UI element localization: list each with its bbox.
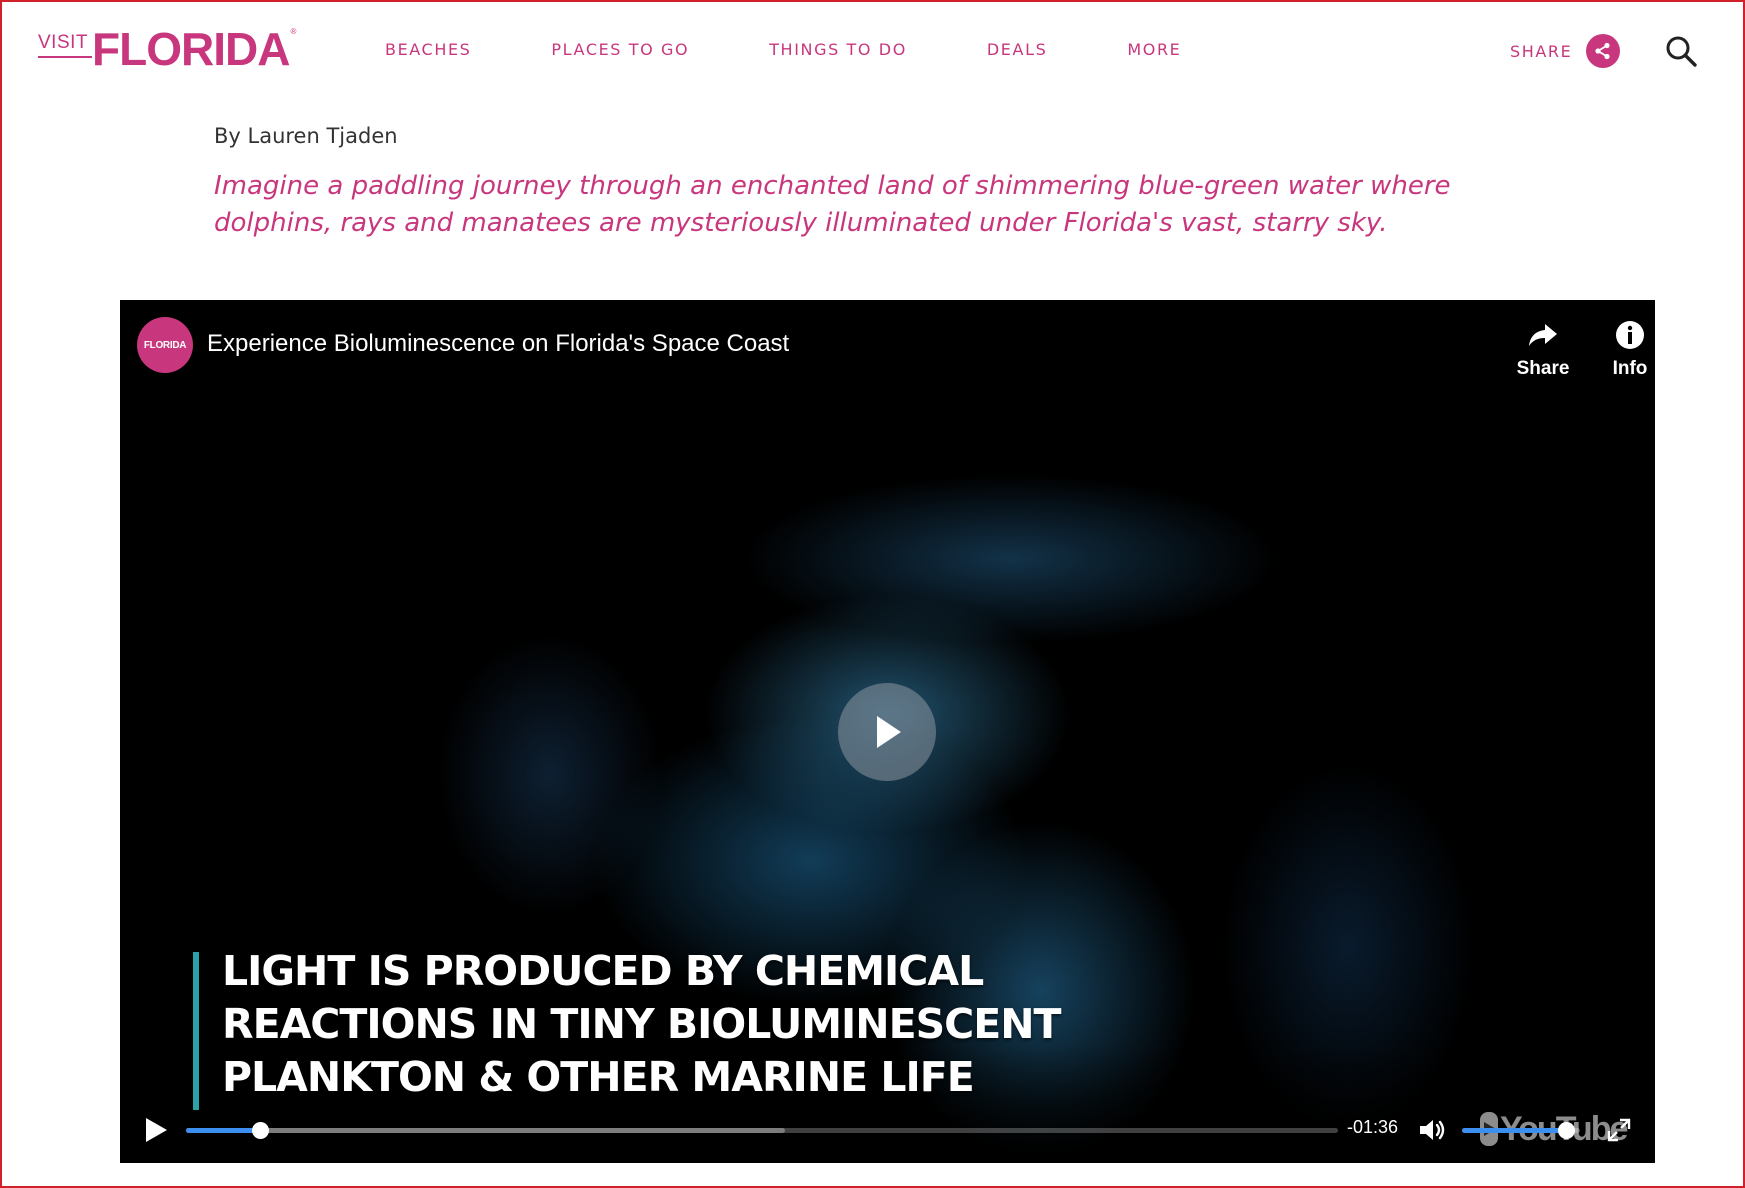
- volume-level: [1462, 1128, 1566, 1133]
- share-arrow-icon: [1529, 324, 1557, 346]
- article-intro: Imagine a paddling journey through an en…: [214, 171, 1451, 238]
- volume-knob[interactable]: [1557, 1122, 1575, 1139]
- logo-registered-mark: ®: [290, 27, 297, 36]
- site-header: VISIT FLORIDA ® BEACHES PLACES TO GO THI…: [0, 0, 1745, 100]
- video-top-shade: [120, 300, 1655, 440]
- progress-played: [186, 1128, 260, 1133]
- nav-item-beaches[interactable]: BEACHES: [385, 40, 471, 59]
- info-icon: [1616, 321, 1644, 349]
- nav-item-deals[interactable]: DEALS: [987, 40, 1047, 59]
- video-player[interactable]: FLORIDA Experience Bioluminescence on Fl…: [120, 300, 1655, 1163]
- big-play-button[interactable]: [838, 683, 936, 781]
- article-byline: By Lauren Tjaden: [214, 124, 398, 148]
- search-icon[interactable]: [1664, 34, 1698, 68]
- fullscreen-icon[interactable]: [1606, 1117, 1632, 1143]
- video-share-button[interactable]: Share: [1508, 318, 1578, 380]
- video-share-label: Share: [1516, 358, 1570, 379]
- caption-line: LIGHT IS PRODUCED BY CHEMICAL: [222, 947, 984, 995]
- share-icon: [1586, 34, 1621, 68]
- video-title[interactable]: Experience Bioluminescence on Florida's …: [207, 330, 789, 358]
- channel-avatar[interactable]: FLORIDA: [137, 317, 193, 373]
- video-info-button[interactable]: Info: [1595, 318, 1655, 380]
- time-remaining: -01:36: [1347, 1117, 1399, 1137]
- play-icon: [877, 716, 901, 748]
- nav-item-more[interactable]: MORE: [1127, 40, 1181, 59]
- video-controls: -01:36 YouTube: [120, 1095, 1655, 1148]
- caption-accent-bar: [193, 952, 199, 1110]
- progress-buffered: [186, 1128, 786, 1133]
- caption-line: REACTIONS IN TINY BIOLUMINESCENT: [222, 1000, 1062, 1048]
- video-info-label: Info: [1612, 358, 1648, 379]
- volume-icon[interactable]: [1418, 1117, 1446, 1143]
- progress-scrubber[interactable]: [251, 1122, 269, 1139]
- main-nav: BEACHES PLACES TO GO THINGS TO DO DEALS …: [385, 40, 1261, 59]
- video-caption: LIGHT IS PRODUCED BY CHEMICAL REACTIONS …: [222, 945, 1222, 1104]
- nav-item-things-to-do[interactable]: THINGS TO DO: [769, 40, 907, 59]
- visit-florida-logo[interactable]: VISIT FLORIDA ®: [38, 22, 297, 75]
- header-share-button[interactable]: SHARE: [1510, 34, 1621, 68]
- play-icon[interactable]: [142, 1115, 170, 1145]
- nav-item-places-to-go[interactable]: PLACES TO GO: [551, 40, 689, 59]
- volume-slider[interactable]: [1462, 1122, 1580, 1139]
- header-share-label: SHARE: [1510, 41, 1573, 61]
- logo-florida-text: FLORIDA: [92, 23, 290, 75]
- progress-bar[interactable]: [186, 1122, 1338, 1139]
- logo-visit-text: VISIT: [38, 32, 93, 58]
